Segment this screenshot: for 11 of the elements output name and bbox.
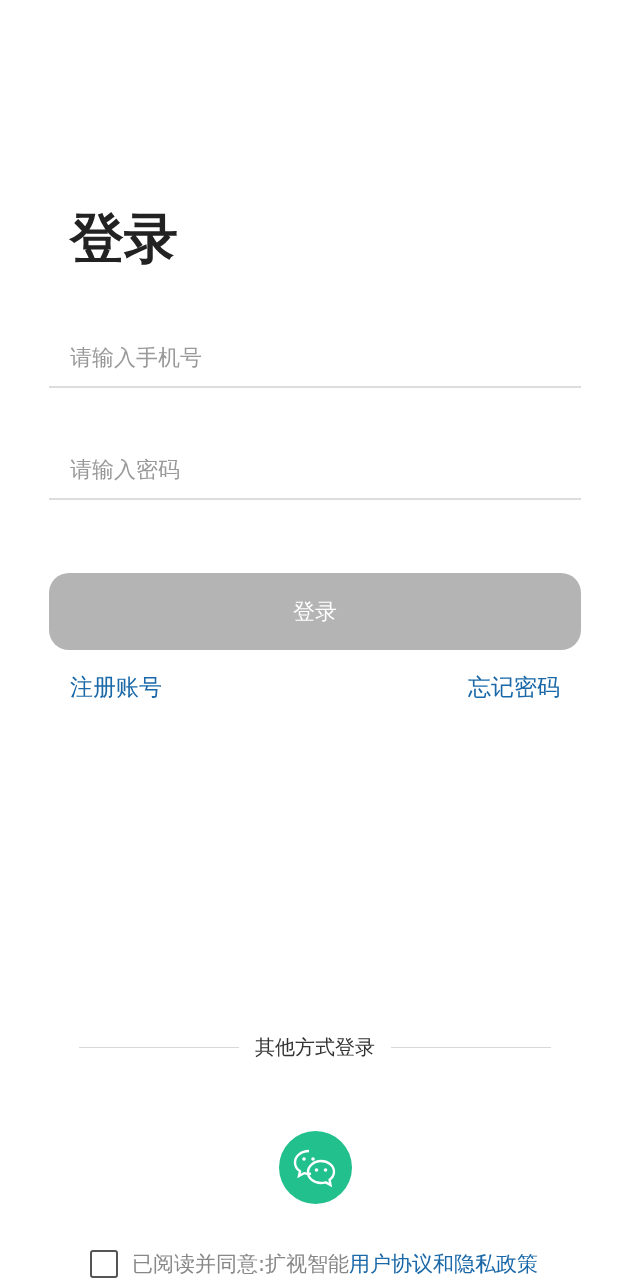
privacy-policy-link[interactable]: 隐私政策 — [454, 1252, 539, 1276]
page-title: 登录 — [70, 206, 178, 272]
agreement-checkbox[interactable] — [90, 1250, 118, 1278]
agreement-text: 已阅读并同意:扩视智能用户协议和隐私政策 — [132, 1251, 539, 1278]
forgot-password-link[interactable]: 忘记密码 — [468, 672, 560, 703]
chat-bubbles-icon — [292, 1147, 338, 1188]
input-field[interactable]: 请输入手机号 — [49, 328, 581, 388]
input-field[interactable]: 请输入密码 — [49, 440, 581, 500]
user-agreement-link[interactable]: 用户协议 — [349, 1252, 434, 1276]
register-link[interactable]: 注册账号 — [70, 672, 162, 703]
other-login-label: 其他方式登录 — [255, 1034, 375, 1061]
